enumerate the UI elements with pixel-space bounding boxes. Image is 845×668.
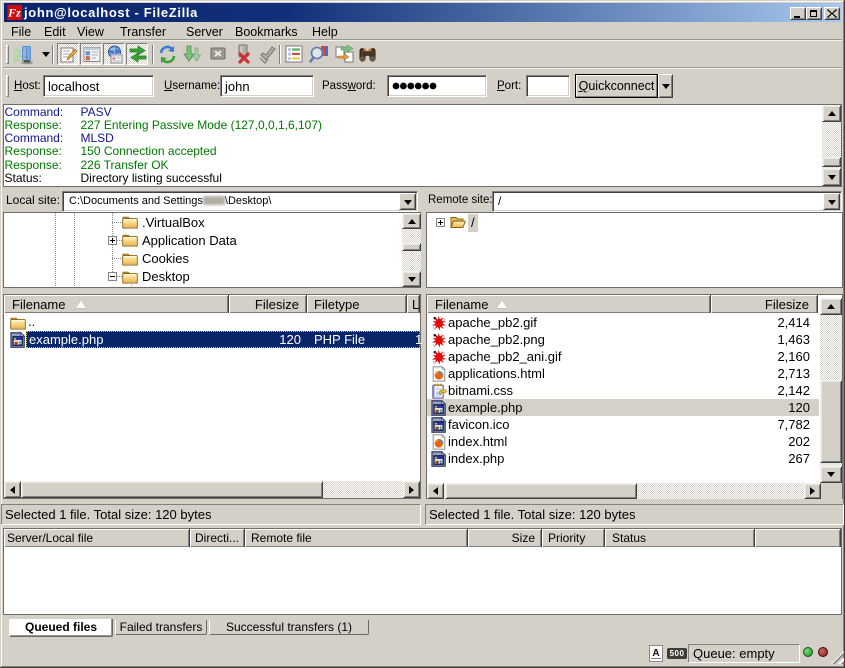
svg-text:A: A (652, 648, 659, 659)
svg-text:Fz: Fz (7, 6, 21, 20)
